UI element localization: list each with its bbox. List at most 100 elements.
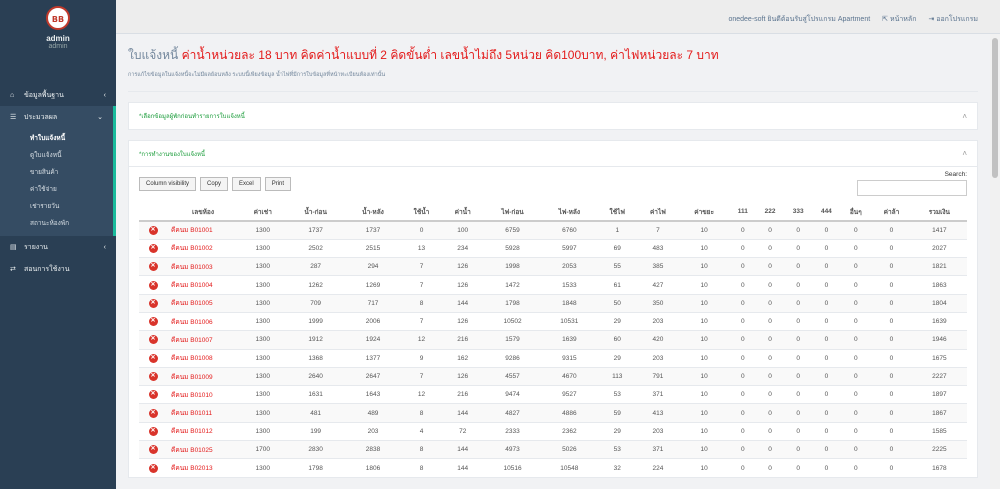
room-link[interactable]: คีคนม B01005 <box>167 293 239 313</box>
panel-select-tenant: *เลือกข้อมูลผู้พักก่อนทำรายการใบแจ้งหนี้… <box>128 102 978 130</box>
excel-button[interactable]: Excel <box>232 177 261 191</box>
column-header[interactable]: ค่าไฟ <box>637 203 679 222</box>
print-button[interactable]: Print <box>264 177 292 191</box>
column-header[interactable]: รวมเงิน <box>911 203 967 222</box>
sidebar-subitem-view-invoice[interactable]: ดูใบแจ้งหนี้ <box>0 147 113 164</box>
column-header[interactable]: 333 <box>784 203 813 222</box>
delete-icon[interactable]: ✕ <box>148 225 158 235</box>
column-header[interactable]: ค่าล้า <box>871 203 912 222</box>
column-header[interactable] <box>139 203 167 222</box>
column-header[interactable]: ไฟ-ก่อน <box>483 203 542 222</box>
room-link[interactable]: คีคนม B01003 <box>167 257 239 276</box>
room-link[interactable]: คีคนม B01001 <box>167 220 239 240</box>
sidebar-item-basic-data[interactable]: ⌂ ข้อมูลพื้นฐาน ‹ <box>0 84 116 106</box>
delete-icon[interactable]: ✕ <box>148 372 158 382</box>
delete-icon[interactable]: ✕ <box>148 445 158 455</box>
table-cell: 0 <box>871 421 912 441</box>
column-header[interactable]: ค่าขยะ <box>678 203 730 222</box>
logout-link[interactable]: ⇥ ออกโปรแกรม <box>928 14 978 25</box>
room-link[interactable]: คีคนม B01008 <box>167 348 239 368</box>
table-cell: 0 <box>871 458 912 478</box>
table-cell: 717 <box>344 293 402 313</box>
room-link[interactable]: คีคนม B01025 <box>167 440 239 459</box>
table-cell: 0 <box>871 275 912 295</box>
delete-icon[interactable]: ✕ <box>148 335 158 345</box>
chevron-up-icon[interactable]: ˄ <box>962 112 967 121</box>
sidebar-subitem-sell-goods[interactable]: ขายสินค้า <box>0 164 113 181</box>
home-link[interactable]: ⇱ หน้าหลัก <box>882 14 916 25</box>
sidebar-subitem-expenses[interactable]: ค่าใช้จ่าย <box>0 181 113 198</box>
column-header[interactable]: ใช้น้ำ <box>401 203 442 222</box>
table-cell: 4973 <box>483 440 542 459</box>
table-cell: 1300 <box>239 275 287 295</box>
delete-icon[interactable]: ✕ <box>148 243 158 253</box>
delete-icon[interactable]: ✕ <box>148 408 158 418</box>
table-cell: 1300 <box>239 403 287 423</box>
column-header[interactable]: ค่าเช่า <box>239 203 287 222</box>
sidebar-subitem-make-invoice[interactable]: ทำใบแจ้งหนี้ <box>0 130 113 147</box>
search-input[interactable] <box>857 180 967 196</box>
delete-icon[interactable]: ✕ <box>148 426 158 436</box>
table-cell: 1269 <box>344 275 402 295</box>
table-cell: 0 <box>871 403 912 423</box>
table-cell: 1821 <box>911 257 967 276</box>
scrollbar-thumb[interactable] <box>992 38 998 178</box>
sidebar-item-reports[interactable]: ▤ รายงาน ‹ <box>0 236 116 258</box>
page-title-detail: ค่าน้ำหน่วยละ 18 บาท คิดค่าน้ำแบบที่ 2 ค… <box>181 48 719 62</box>
room-link[interactable]: คีคนม B01009 <box>167 366 239 386</box>
table-cell: 216 <box>441 385 484 404</box>
table-cell: 0 <box>871 220 912 240</box>
table-cell: 12 <box>401 385 442 404</box>
table-cell: 0 <box>840 311 872 331</box>
delete-icon[interactable]: ✕ <box>148 353 158 363</box>
column-header[interactable]: 222 <box>756 203 785 222</box>
chevron-up-icon[interactable]: ˄ <box>962 149 967 158</box>
delete-icon[interactable]: ✕ <box>148 298 158 308</box>
column-visibility-button[interactable]: Column visibility <box>139 177 197 191</box>
room-link[interactable]: คีคนม B01011 <box>167 403 239 423</box>
sidebar-item-tutorial[interactable]: ⇄ สอนการใช้งาน <box>0 258 116 280</box>
sidebar-subitem-daily-rent[interactable]: เช่ารายวัน <box>0 198 113 215</box>
column-header[interactable]: น้ำ-ก่อน <box>286 203 345 222</box>
column-header[interactable]: 444 <box>812 203 841 222</box>
sidebar-item-process[interactable]: ☰ ประมวลผล ⌄ <box>0 106 116 128</box>
room-link[interactable]: คีคนม B01007 <box>167 330 239 350</box>
delete-icon[interactable]: ✕ <box>148 280 158 290</box>
signout-icon: ⇄ <box>10 266 16 273</box>
panel-header[interactable]: *เลือกข้อมูลผู้พักก่อนทำรายการใบแจ้งหนี้… <box>129 103 977 129</box>
table-cell: 0 <box>784 311 813 331</box>
column-header[interactable]: อื่นๆ <box>840 203 872 222</box>
sidebar: BB admin admin ⌂ ข้อมูลพื้นฐาน ‹ ☰ ประมว… <box>0 0 116 489</box>
page-scrollbar[interactable] <box>990 34 1000 489</box>
column-header[interactable]: ค่าน้ำ <box>441 203 484 222</box>
table-cell: 10516 <box>483 458 542 478</box>
delete-icon[interactable]: ✕ <box>148 390 158 400</box>
table-row: ✕ คีคนม B01002 1300 2502 2515 13 234 5928 5997 69… <box>139 238 967 258</box>
room-link[interactable]: คีคนม B01004 <box>167 275 239 295</box>
delete-cell: ✕ <box>139 385 167 404</box>
copy-button[interactable]: Copy <box>200 177 229 191</box>
column-header[interactable]: น้ำ-หลัง <box>344 203 402 222</box>
room-link[interactable]: คีคนม B01006 <box>167 311 239 331</box>
room-link[interactable]: คีคนม B01002 <box>167 238 239 258</box>
table-cell: 1897 <box>911 385 967 404</box>
delete-icon[interactable]: ✕ <box>148 463 158 473</box>
room-link[interactable]: คีคนม B01012 <box>167 421 239 441</box>
table-cell: 32 <box>597 458 638 478</box>
column-header[interactable]: 111 <box>729 203 756 222</box>
room-link[interactable]: คีคนม B02013 <box>167 458 239 478</box>
column-header[interactable]: ไฟ-หลัง <box>541 203 598 222</box>
room-link[interactable]: คีคนม B01010 <box>167 385 239 404</box>
table-cell: 0 <box>784 238 813 258</box>
panel-header[interactable]: *การทำงานของใบแจ้งหนี้ ˄ <box>129 141 977 167</box>
delete-icon[interactable]: ✕ <box>148 317 158 327</box>
sidebar-subitem-room-status[interactable]: สถานะห้องพัก <box>0 215 113 232</box>
table-cell: 420 <box>637 330 679 350</box>
column-header[interactable]: ใช้ไฟ <box>597 203 638 222</box>
delete-icon[interactable]: ✕ <box>148 262 158 272</box>
table-cell: 294 <box>344 257 402 276</box>
table-cell: 0 <box>756 275 785 295</box>
delete-cell: ✕ <box>139 311 167 331</box>
column-header[interactable]: เลขห้อง <box>167 203 239 222</box>
divider <box>128 91 978 92</box>
